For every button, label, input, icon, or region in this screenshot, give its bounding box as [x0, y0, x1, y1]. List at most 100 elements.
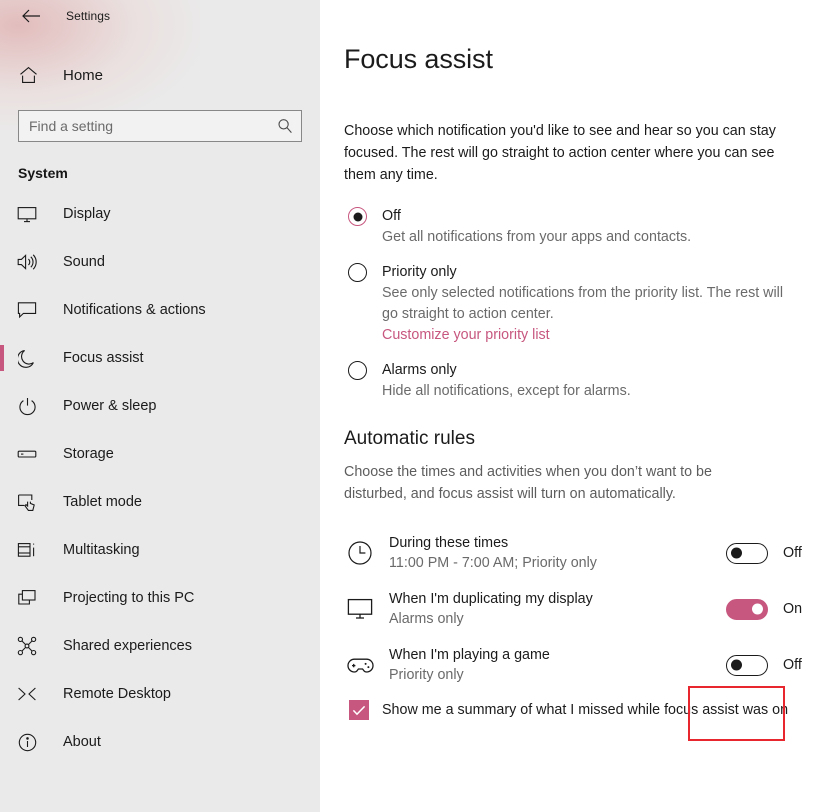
automatic-rules-heading: Automatic rules: [344, 428, 475, 449]
radio-option-off[interactable]: Off Get all notifications from your apps…: [344, 206, 832, 248]
back-arrow-icon[interactable]: [14, 1, 48, 31]
rule-subtitle: Priority only: [389, 666, 464, 683]
moon-icon: [16, 347, 38, 369]
sidebar-nav-list: Display Sound Notifications & actions Fo…: [0, 190, 320, 766]
search-icon[interactable]: [277, 118, 293, 134]
search-box[interactable]: [18, 110, 302, 142]
focus-mode-radio-group: Off Get all notifications from your apps…: [344, 206, 832, 402]
sidebar-item-display[interactable]: Display: [0, 190, 320, 238]
sidebar-item-label: Focus assist: [63, 350, 144, 366]
toggle-playing-a-game[interactable]: Off: [726, 654, 805, 676]
home-icon: [16, 63, 40, 87]
toggle-knob: [731, 547, 742, 559]
automatic-rules-description: Choose the times and activities when you…: [344, 464, 712, 502]
multitasking-icon: [16, 539, 38, 561]
sidebar-item-label: Sound: [63, 254, 105, 270]
info-circle-icon: [16, 731, 38, 753]
rule-title: When I'm duplicating my display: [389, 590, 593, 607]
rule-row-playing-a-game[interactable]: When I'm playing a game Priority only Of…: [344, 637, 809, 693]
rule-title: During these times: [389, 534, 509, 551]
sidebar-item-label: About: [63, 734, 101, 750]
power-icon: [16, 395, 38, 417]
main-content: Focus assist Choose which notification y…: [320, 0, 832, 812]
sidebar-item-focus-assist[interactable]: Focus assist: [0, 334, 320, 382]
radio-description: Get all notifications from your apps and…: [382, 229, 692, 245]
tablet-hand-icon: [16, 491, 38, 513]
sidebar-item-label: Multitasking: [63, 542, 140, 558]
summary-checkbox-label: Show me a summary of what I missed while…: [382, 702, 789, 718]
sidebar-item-label: Projecting to this PC: [63, 590, 195, 606]
clock-icon: [346, 539, 374, 567]
search-input[interactable]: [19, 118, 301, 134]
radio-label: Off: [382, 208, 401, 224]
rule-subtitle: Alarms only: [389, 610, 464, 627]
rule-text: When I'm playing a game Priority only: [389, 646, 726, 685]
rule-title: When I'm playing a game: [389, 646, 550, 663]
customize-priority-list-link[interactable]: Customize your priority list: [382, 325, 550, 346]
settings-window: Settings Home Syste: [0, 0, 832, 812]
rule-text: During these times 11:00 PM - 7:00 AM; P…: [389, 534, 726, 573]
toggle-switch[interactable]: [726, 654, 768, 676]
toggle-knob: [731, 659, 742, 671]
sidebar-item-label: Remote Desktop: [63, 686, 171, 702]
sidebar-item-storage[interactable]: Storage: [0, 430, 320, 478]
toggle-state-label: Off: [783, 657, 802, 673]
search-container: [18, 110, 302, 142]
page-intro-text: Choose which notification you'd like to …: [344, 123, 776, 183]
automatic-rules-list: During these times 11:00 PM - 7:00 AM; P…: [344, 525, 832, 693]
sidebar-item-label: Shared experiences: [63, 638, 192, 654]
radio-description: Hide all notifications, except for alarm…: [382, 383, 631, 399]
toggle-duplicating-display[interactable]: On: [726, 598, 805, 620]
sidebar-section-header: System: [18, 165, 68, 181]
sidebar-item-label-home: Home: [63, 66, 104, 84]
sidebar-item-tablet-mode[interactable]: Tablet mode: [0, 478, 320, 526]
rule-text: When I'm duplicating my display Alarms o…: [389, 590, 726, 629]
sidebar-item-home[interactable]: Home: [0, 55, 320, 95]
rule-row-during-these-times[interactable]: During these times 11:00 PM - 7:00 AM; P…: [344, 525, 809, 581]
sidebar-item-sound[interactable]: Sound: [0, 238, 320, 286]
gamepad-icon: [346, 651, 374, 679]
radio-label: Priority only: [382, 264, 457, 280]
radio-description: See only selected notifications from the…: [382, 285, 784, 322]
radio-label: Alarms only: [382, 362, 457, 378]
page-title: Focus assist: [344, 44, 493, 74]
toggle-state-label: On: [783, 601, 803, 617]
sidebar-item-label: Display: [63, 206, 111, 222]
sidebar-item-projecting-to-this-pc[interactable]: Projecting to this PC: [0, 574, 320, 622]
speech-bubble-icon: [16, 299, 38, 321]
radio-indicator: [348, 207, 367, 226]
remote-desktop-icon: [16, 683, 38, 705]
sidebar-item-label: Storage: [63, 446, 114, 462]
toggle-switch[interactable]: [726, 598, 768, 620]
radio-indicator: [348, 263, 367, 282]
radio-indicator: [348, 361, 367, 380]
sidebar-item-label: Notifications & actions: [63, 302, 206, 318]
sidebar-item-label: Tablet mode: [63, 494, 142, 510]
rule-subtitle: 11:00 PM - 7:00 AM; Priority only: [389, 554, 597, 571]
project-screen-icon: [16, 587, 38, 609]
radio-option-priority-only[interactable]: Priority only See only selected notifica…: [344, 262, 832, 346]
sidebar-item-remote-desktop[interactable]: Remote Desktop: [0, 670, 320, 718]
rule-row-duplicating-display[interactable]: When I'm duplicating my display Alarms o…: [344, 581, 809, 637]
radio-option-alarms-only[interactable]: Alarms only Hide all notifications, exce…: [344, 360, 832, 402]
toggle-state-label: Off: [783, 545, 802, 561]
speaker-icon: [16, 251, 38, 273]
monitor-icon: [346, 595, 374, 623]
share-nodes-icon: [16, 635, 38, 657]
sidebar-item-about[interactable]: About: [0, 718, 320, 766]
summary-checkbox-row[interactable]: Show me a summary of what I missed while…: [344, 700, 832, 720]
window-title: Settings: [66, 9, 111, 23]
toggle-during-these-times[interactable]: Off: [726, 542, 805, 564]
toggle-switch[interactable]: [726, 542, 768, 564]
sidebar: Settings Home Syste: [0, 0, 320, 812]
sidebar-item-notifications-actions[interactable]: Notifications & actions: [0, 286, 320, 334]
sidebar-item-multitasking[interactable]: Multitasking: [0, 526, 320, 574]
sidebar-item-shared-experiences[interactable]: Shared experiences: [0, 622, 320, 670]
drive-icon: [16, 443, 38, 465]
sidebar-item-power-sleep[interactable]: Power & sleep: [0, 382, 320, 430]
summary-checkbox[interactable]: [349, 700, 369, 720]
title-bar: Settings: [0, 0, 320, 32]
toggle-knob: [752, 603, 763, 615]
monitor-icon: [16, 203, 38, 225]
sidebar-item-label: Power & sleep: [63, 398, 157, 414]
